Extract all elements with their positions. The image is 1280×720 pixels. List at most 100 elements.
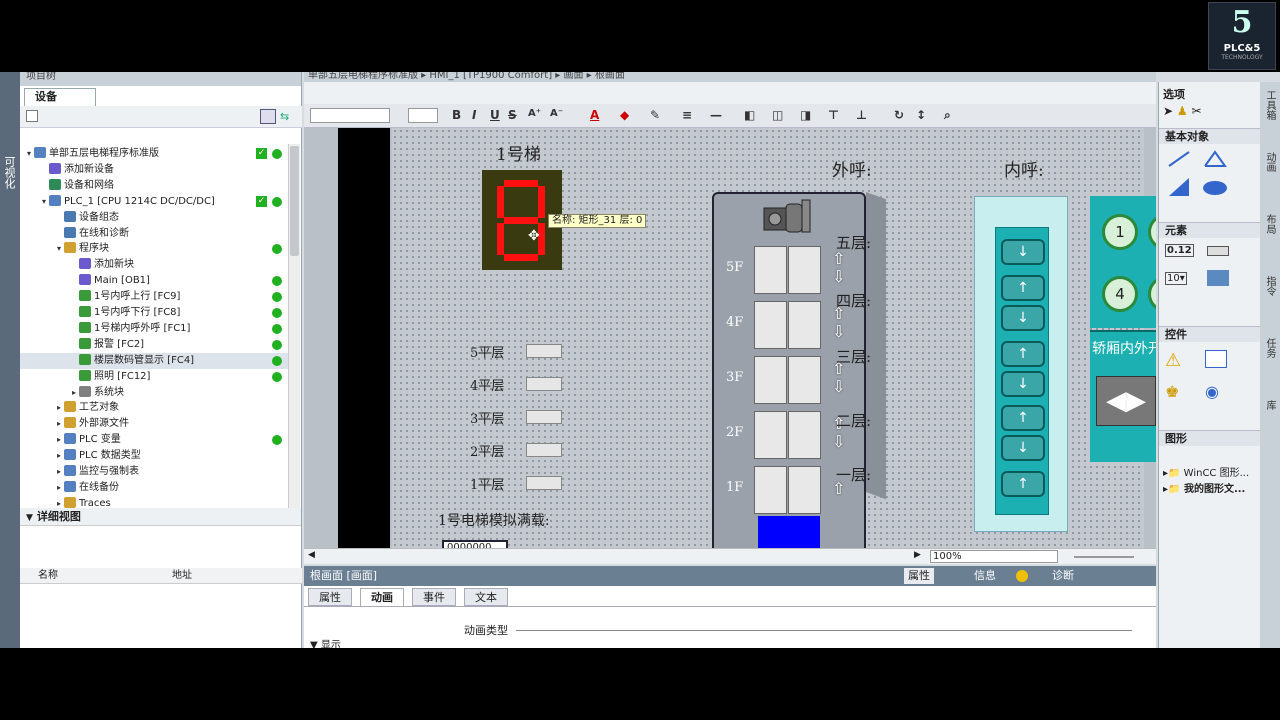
font-size-up-icon[interactable]: A⁺ xyxy=(528,108,541,119)
section-elements[interactable]: 元素 xyxy=(1159,222,1261,238)
task-card-tab[interactable]: 任务 xyxy=(1263,338,1277,358)
web-browser-icon[interactable]: ◉ xyxy=(1205,382,1219,401)
text-color-icon[interactable]: A xyxy=(590,108,599,122)
align-center-icon[interactable]: ◫ xyxy=(772,108,783,122)
expand-arrow-icon[interactable]: ▸ xyxy=(54,448,64,464)
elevator-cabin[interactable] xyxy=(758,516,820,548)
bold-icon[interactable]: B xyxy=(452,108,461,122)
tree-item[interactable]: ▸ PLC 变量 xyxy=(20,432,290,448)
collapse-arrow-icon[interactable]: ▾ xyxy=(39,194,49,210)
tree-item[interactable]: 设备组态 xyxy=(20,210,290,226)
inspector-info-tab[interactable]: 信息 xyxy=(970,568,1000,584)
floor2-down-button[interactable]: ↓ xyxy=(1001,435,1045,461)
task-card-tab[interactable]: 工具箱 xyxy=(1263,90,1277,120)
collapse-arrow-icon[interactable]: ▾ xyxy=(54,241,64,257)
expand-arrow-icon[interactable]: ▸ xyxy=(54,416,64,432)
expand-arrow-icon[interactable]: ▸ xyxy=(54,480,64,496)
align-left-icon[interactable]: ◧ xyxy=(744,108,755,122)
floor2-up-button[interactable]: ↑ xyxy=(1001,405,1045,431)
font-size-select[interactable] xyxy=(408,108,438,123)
floor-level-lamp[interactable] xyxy=(526,443,562,457)
section-controls[interactable]: 控件 xyxy=(1159,326,1261,342)
tree-item[interactable]: ▸ 工艺对象 xyxy=(20,400,290,416)
spacing-icon[interactable]: ↕ xyxy=(916,108,926,122)
tree-item[interactable]: ▸ PLC 数据类型 xyxy=(20,448,290,464)
underline-icon[interactable]: U xyxy=(490,108,500,122)
tree-item[interactable]: 设备和网络 xyxy=(20,178,290,194)
floor-level-lamp[interactable] xyxy=(526,377,562,391)
tree-item[interactable]: 在线和诊断 xyxy=(20,226,290,242)
zoom-select[interactable]: 100% xyxy=(930,550,1058,563)
task-card-tab[interactable]: 布局 xyxy=(1263,214,1277,234)
collapse-icon[interactable]: ▼ xyxy=(26,513,33,523)
display-tree-item[interactable]: ▼ 显示 xyxy=(310,636,341,648)
fill-color-icon[interactable]: ◆ xyxy=(620,108,629,122)
tree-item[interactable]: ▸ 系统块 xyxy=(20,385,290,401)
floor4-down-button[interactable]: ↓ xyxy=(1001,305,1045,331)
left-portal-strip[interactable]: 可视化 xyxy=(0,72,20,648)
expand-arrow-icon[interactable]: ▸ xyxy=(54,400,64,416)
floor3-up-button[interactable]: ↑ xyxy=(1001,341,1045,367)
devices-tab[interactable]: 设备 xyxy=(24,88,96,106)
overview-icon[interactable] xyxy=(26,110,38,122)
detail-view-header[interactable]: ▼ 详细视图 xyxy=(20,508,301,526)
italic-icon[interactable]: I xyxy=(472,108,476,122)
floor1-up-button[interactable]: ↑ xyxy=(1001,471,1045,497)
floor-level-lamp[interactable] xyxy=(526,344,562,358)
floor-level-lamp[interactable] xyxy=(526,476,562,490)
visualization-tab[interactable]: 可视化 xyxy=(3,156,17,189)
font-select[interactable] xyxy=(310,108,390,123)
zoom-icon[interactable]: ⌕ xyxy=(944,108,951,123)
section-graphics[interactable]: 图形 xyxy=(1159,430,1261,446)
inspector-tab[interactable]: 动画 xyxy=(360,588,404,606)
canvas-hscrollbar[interactable]: ◀ ▶ 100% xyxy=(304,548,1156,564)
align-right-icon[interactable]: ◨ xyxy=(800,108,811,122)
font-size-down-icon[interactable]: A⁻ xyxy=(550,108,563,119)
io-field-icon[interactable]: 0.12 xyxy=(1165,244,1194,257)
inside-floor-button[interactable]: 2 xyxy=(1148,214,1156,250)
inspector-tab[interactable]: 事件 xyxy=(412,588,456,606)
task-card-tab[interactable]: 指令 xyxy=(1263,276,1277,296)
floor4-up-button[interactable]: ↑ xyxy=(1001,275,1045,301)
tree-item[interactable]: 照明 [FC12] xyxy=(20,369,290,385)
alarm-view-icon[interactable]: ⚠ xyxy=(1165,350,1181,371)
tree-item[interactable]: 报警 [FC2] xyxy=(20,337,290,353)
tree-item[interactable]: ▾ 单部五层电梯程序标准版 ✓ xyxy=(20,146,290,162)
align-bottom-icon[interactable]: ⊥ xyxy=(856,108,867,122)
expand-arrow-icon[interactable]: ▸ xyxy=(69,385,79,401)
task-card-tab[interactable]: 库 xyxy=(1263,400,1277,410)
line-width-icon[interactable]: — xyxy=(710,108,722,122)
tree-scrollbar[interactable] xyxy=(288,144,300,508)
tree-item[interactable]: ▸ 外部源文件 xyxy=(20,416,290,432)
door-open-button[interactable]: ◀▶ xyxy=(1096,376,1156,426)
tree-item[interactable]: 添加新设备 xyxy=(20,162,290,178)
symbolic-io-icon[interactable]: 10▾ xyxy=(1165,272,1187,285)
collapse-arrow-icon[interactable]: ▾ xyxy=(24,146,34,162)
inside-floor-button[interactable]: 1 xyxy=(1102,214,1138,250)
button-icon[interactable] xyxy=(1207,246,1229,256)
floor5-down-button[interactable]: ↓ xyxy=(1001,239,1045,265)
cut-icon[interactable]: ✂ xyxy=(1191,104,1201,118)
line-style-icon[interactable]: ≡ xyxy=(682,108,692,122)
expand-arrow-icon[interactable]: ▸ xyxy=(54,432,64,448)
inspector-tab[interactable]: 属性 xyxy=(308,588,352,606)
tree-item[interactable]: 楼层数码管显示 [FC4] xyxy=(20,352,290,369)
rotate-icon[interactable]: ↻ xyxy=(894,108,904,122)
tree-item[interactable]: ▾ 程序块 xyxy=(20,241,290,257)
strikethrough-icon[interactable]: S xyxy=(508,108,517,122)
tree-item[interactable]: 添加新块 xyxy=(20,257,290,273)
scroll-thumb[interactable] xyxy=(290,146,299,256)
inspector-diagnostics-tab[interactable]: 诊断 xyxy=(1048,568,1078,584)
section-basic-objects[interactable]: 基本对象 xyxy=(1159,128,1261,144)
inside-floor-button[interactable]: 5 xyxy=(1148,276,1156,312)
tree-item[interactable]: 1号内呼上行 [FC9] xyxy=(20,289,290,305)
graphics-item-wincc[interactable]: ▸📁 WinCC 图形... xyxy=(1163,464,1249,479)
graphics-item-mine[interactable]: ▸📁 我的图形文... xyxy=(1163,480,1245,495)
inside-floor-button[interactable]: 4 xyxy=(1102,276,1138,312)
list-view-icon[interactable] xyxy=(260,109,276,124)
load-io-field[interactable]: 0000000 xyxy=(442,540,508,548)
tree-item[interactable]: 1号内呼下行 [FC8] xyxy=(20,305,290,321)
task-card-tab[interactable]: 动画 xyxy=(1263,152,1277,172)
floor-level-lamp[interactable] xyxy=(526,410,562,424)
go-online-icon[interactable]: ⇆ xyxy=(280,110,289,123)
